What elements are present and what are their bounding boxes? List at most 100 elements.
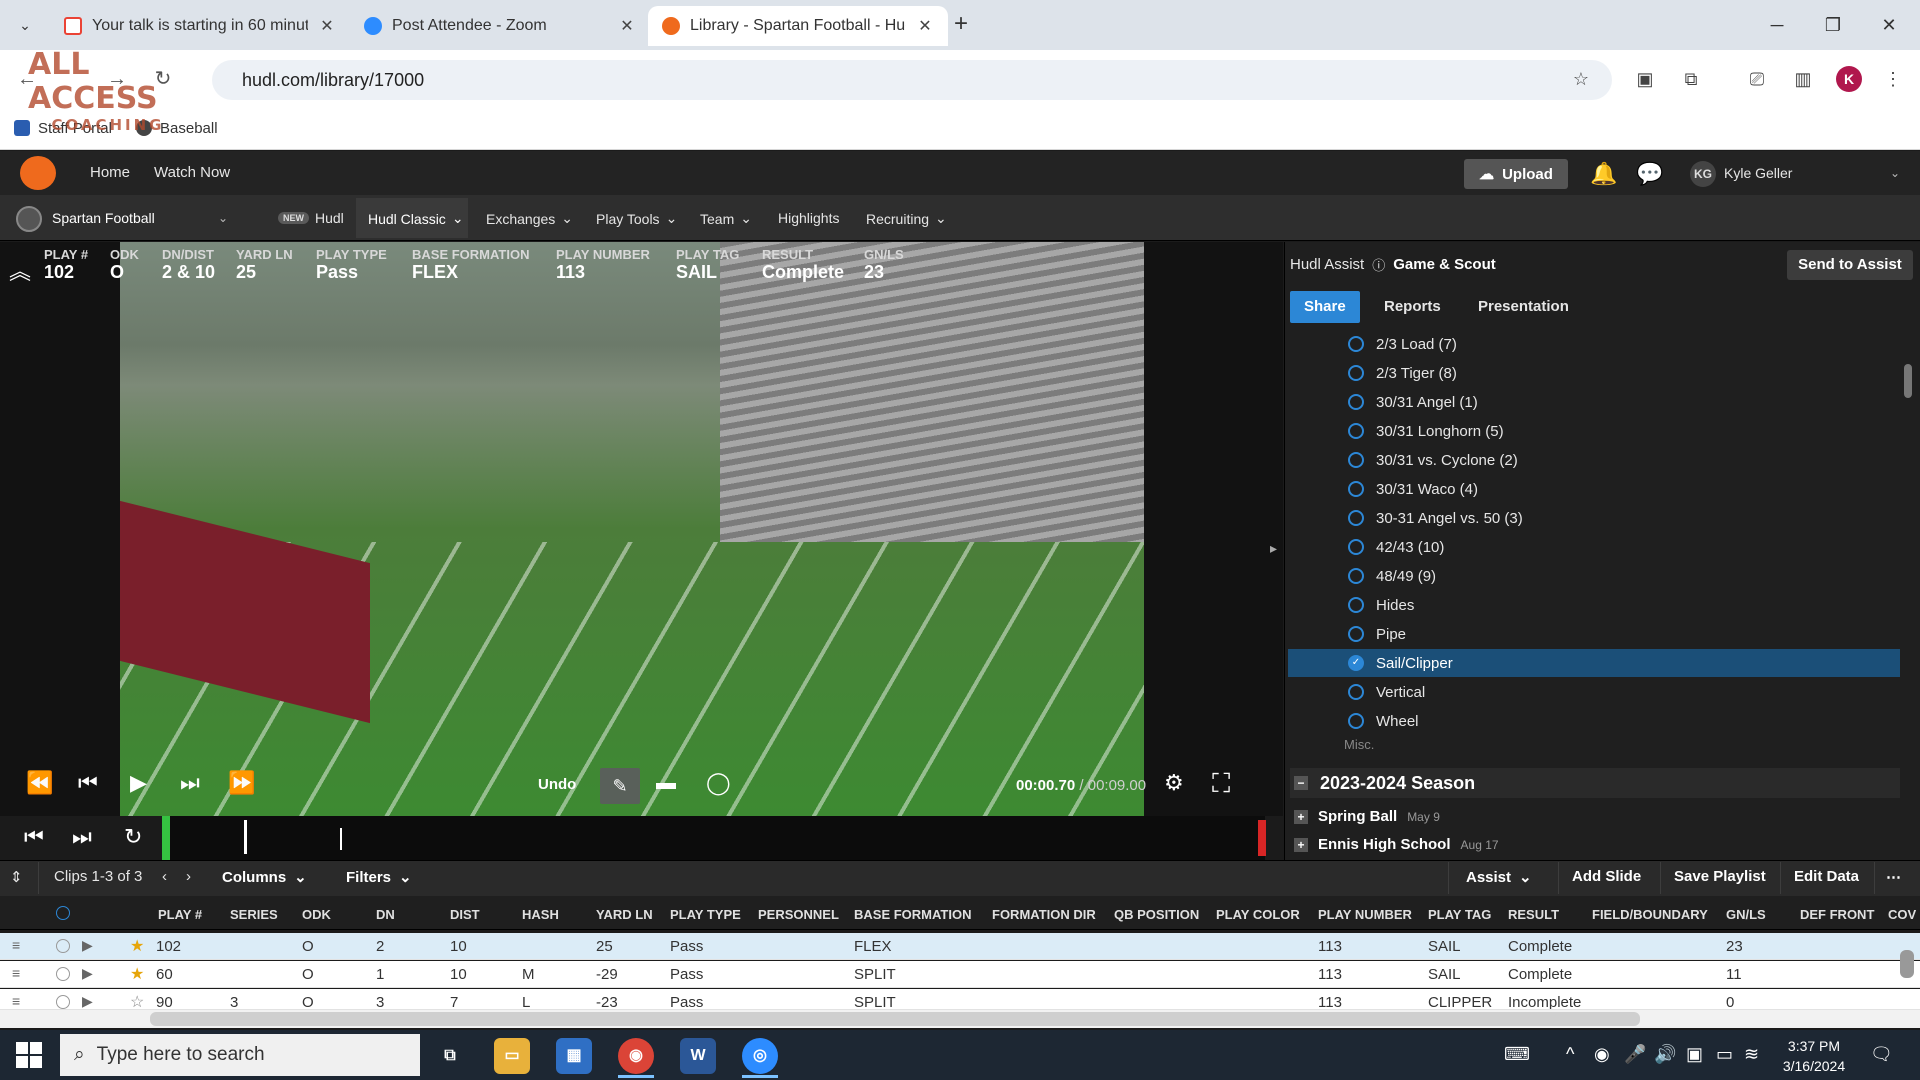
- drag-handle-icon[interactable]: ≡: [12, 965, 20, 981]
- table-row[interactable]: ≡ ▶ ★ 60 O 1 10 M -29 Pass SPLIT 113 SAI…: [0, 961, 1920, 988]
- notification-icon[interactable]: 🗨: [1870, 1044, 1893, 1065]
- star-icon[interactable]: ★: [130, 964, 144, 984]
- team-name[interactable]: Spartan Football: [52, 210, 155, 226]
- list-item[interactable]: 30/31 Longhorn (5): [1288, 417, 1900, 445]
- timeline-track[interactable]: [165, 816, 1265, 860]
- store-icon[interactable]: ▦: [556, 1038, 592, 1074]
- comment-icon[interactable]: ▬: [656, 772, 676, 795]
- user-menu-chevron-icon[interactable]: ⌄: [1890, 166, 1900, 180]
- resize-handle-icon[interactable]: ⇕: [10, 868, 23, 886]
- first-clip-icon[interactable]: ⏮: [24, 824, 44, 850]
- tab-gmail[interactable]: Your talk is starting in 60 minut ✕: [50, 6, 350, 46]
- upload-button[interactable]: ☁ Upload: [1464, 159, 1568, 189]
- more-options-icon[interactable]: ⋯: [1886, 868, 1901, 886]
- expand-plus-icon[interactable]: +: [1294, 837, 1308, 852]
- taskbar-clock[interactable]: 3:37 PM 3/16/2024: [1776, 1036, 1852, 1076]
- col-play-tag[interactable]: PLAY TAG: [1428, 907, 1491, 922]
- edit-data-button[interactable]: Edit Data: [1794, 868, 1859, 885]
- next-page-icon[interactable]: ›: [186, 868, 191, 885]
- list-item[interactable]: 2/3 Load (7): [1288, 330, 1900, 358]
- extension-icon[interactable]: ▣: [1632, 66, 1658, 92]
- subnav-play-tools[interactable]: Play Tools ⌄: [596, 210, 677, 227]
- assist-dropdown[interactable]: Assist ⌄: [1466, 868, 1532, 887]
- col-result[interactable]: RESULT: [1508, 907, 1559, 922]
- col-play-num[interactable]: PLAY #: [158, 907, 202, 922]
- close-tab-icon[interactable]: ✕: [318, 16, 336, 36]
- col-def-front[interactable]: DEF FRONT: [1800, 907, 1874, 922]
- panel-scrollbar[interactable]: [1904, 364, 1912, 398]
- list-item[interactable]: 30/31 Angel (1): [1288, 388, 1900, 416]
- fast-forward-icon[interactable]: ⏩: [228, 770, 255, 796]
- play-row-icon[interactable]: ▶: [82, 965, 93, 982]
- camera-icon[interactable]: ▣: [1686, 1044, 1703, 1065]
- step-back-icon[interactable]: ⏮: [78, 770, 98, 796]
- subnav-hudl-classic[interactable]: Hudl Classic ⌄: [368, 210, 464, 227]
- cast-icon[interactable]: ⎚: [1744, 66, 1770, 92]
- list-item[interactable]: Vertical: [1288, 678, 1900, 706]
- col-hash[interactable]: HASH: [522, 907, 559, 922]
- list-item[interactable]: 30/31 vs. Cyclone (2): [1288, 446, 1900, 474]
- tab-zoom[interactable]: Post Attendee - Zoom ✕: [350, 6, 650, 46]
- hudl-logo[interactable]: [20, 156, 56, 190]
- table-row[interactable]: ≡ ▶ ☆ 90 3 O 3 7 L -23 Pass SPLIT 113 CL…: [0, 989, 1920, 1010]
- list-item[interactable]: 30-31 Angel vs. 50 (3): [1288, 504, 1900, 532]
- col-base-formation[interactable]: BASE FORMATION: [854, 907, 971, 922]
- video-frame[interactable]: [120, 242, 1144, 816]
- user-name[interactable]: Kyle Geller: [1724, 165, 1792, 181]
- bell-icon[interactable]: 🔔: [1590, 160, 1618, 188]
- col-dist[interactable]: DIST: [450, 907, 480, 922]
- step-forward-icon[interactable]: ⏭: [180, 770, 200, 796]
- wifi-icon[interactable]: ≋: [1744, 1044, 1759, 1065]
- tab-hudl-library[interactable]: Library - Spartan Football - Huc ✕: [648, 6, 948, 46]
- profile-avatar[interactable]: K: [1836, 66, 1862, 92]
- list-item[interactable]: Hides: [1288, 591, 1900, 619]
- loop-icon[interactable]: ↻: [124, 824, 142, 850]
- subnav-hudl[interactable]: NEW Hudl: [278, 210, 344, 226]
- play-row-icon[interactable]: ▶: [82, 937, 93, 954]
- prev-page-icon[interactable]: ‹: [162, 868, 167, 885]
- expand-plus-icon[interactable]: +: [1294, 809, 1308, 824]
- nav-watch-now[interactable]: Watch Now: [154, 164, 230, 181]
- chrome-icon[interactable]: ◉: [618, 1038, 654, 1074]
- row-select-radio[interactable]: [56, 995, 70, 1009]
- drag-handle-icon[interactable]: ≡: [12, 993, 20, 1009]
- subnav-highlights[interactable]: Highlights: [778, 210, 839, 226]
- col-cov[interactable]: COV: [1888, 907, 1916, 922]
- user-avatar[interactable]: KG: [1690, 161, 1716, 187]
- battery-icon[interactable]: ▭: [1716, 1044, 1733, 1065]
- list-item[interactable]: Wheel: [1288, 707, 1900, 735]
- tab-search-icon[interactable]: ⌄: [14, 14, 36, 36]
- list-item[interactable]: 48/49 (9): [1288, 562, 1900, 590]
- subnav-recruiting[interactable]: Recruiting ⌄: [866, 210, 947, 227]
- col-formation-dir[interactable]: FORMATION DIR: [992, 907, 1096, 922]
- list-item[interactable]: 30/31 Waco (4): [1288, 475, 1900, 503]
- team-chevron-icon[interactable]: ⌄: [218, 211, 228, 225]
- save-playlist-button[interactable]: Save Playlist: [1674, 868, 1766, 885]
- col-yard-ln[interactable]: YARD LN: [596, 907, 653, 922]
- col-personnel[interactable]: PERSONNEL: [758, 907, 839, 922]
- volume-icon[interactable]: 🔊: [1654, 1044, 1676, 1065]
- tab-reports[interactable]: Reports: [1370, 291, 1455, 323]
- col-play-type[interactable]: PLAY TYPE: [670, 907, 741, 922]
- select-all-radio[interactable]: [56, 906, 70, 920]
- zoom-app-icon[interactable]: ◎: [742, 1038, 778, 1074]
- col-dn[interactable]: DN: [376, 907, 395, 922]
- horizontal-scrollbar[interactable]: [150, 1012, 1640, 1026]
- new-tab-button[interactable]: +: [950, 12, 972, 36]
- circle-tool-icon[interactable]: ◯: [706, 770, 731, 796]
- play-icon[interactable]: ▶: [130, 770, 147, 796]
- col-gn-ls[interactable]: GN/LS: [1726, 907, 1766, 922]
- subnav-exchanges[interactable]: Exchanges ⌄: [486, 210, 573, 227]
- col-odk[interactable]: ODK: [302, 907, 331, 922]
- col-qb-position[interactable]: QB POSITION: [1114, 907, 1199, 922]
- row-select-radio[interactable]: [56, 939, 70, 953]
- fullscreen-icon[interactable]: ⛶: [1212, 768, 1230, 800]
- half-star-icon[interactable]: ☆: [130, 992, 144, 1009]
- season-header[interactable]: − 2023-2024 Season: [1290, 768, 1900, 798]
- taskbar-search[interactable]: ⌕ Type here to search: [60, 1034, 420, 1076]
- next-clip-icon[interactable]: ⏭: [72, 824, 92, 850]
- draw-tool-button[interactable]: ✎: [600, 768, 640, 804]
- settings-gear-icon[interactable]: ⚙: [1164, 770, 1184, 796]
- row-select-radio[interactable]: [56, 967, 70, 981]
- add-slide-button[interactable]: Add Slide: [1572, 868, 1641, 885]
